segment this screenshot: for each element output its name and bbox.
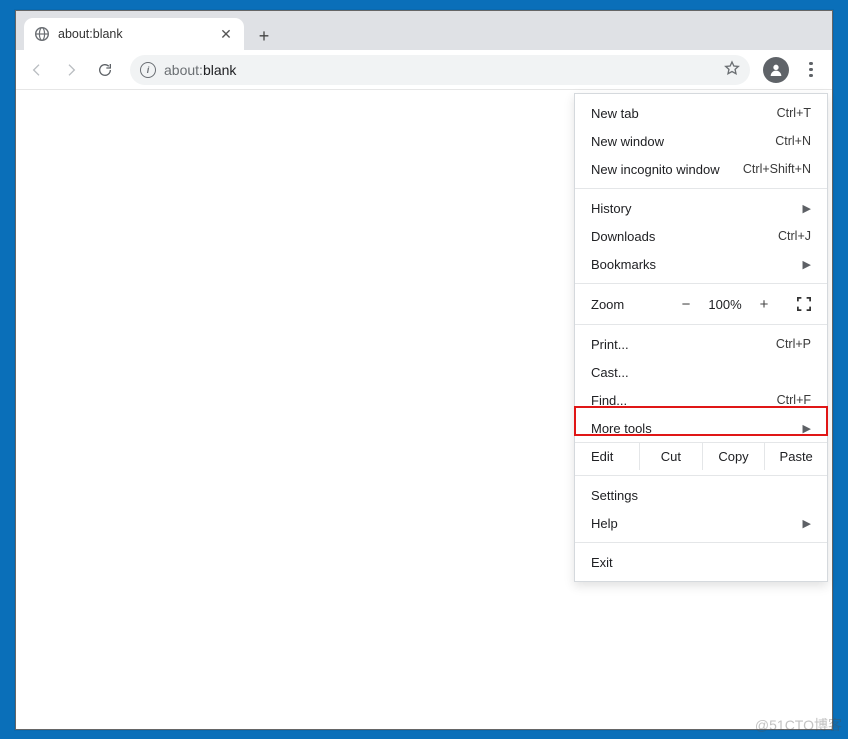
close-tab-button[interactable]: ✕ bbox=[218, 26, 234, 42]
browser-tab[interactable]: about:blank ✕ bbox=[24, 18, 244, 50]
forward-button[interactable] bbox=[56, 55, 86, 85]
bookmark-star-icon[interactable] bbox=[724, 60, 740, 79]
browser-window: about:blank ✕ + i about:blank New tabCtr… bbox=[15, 10, 833, 730]
menu-paste[interactable]: Paste bbox=[764, 443, 827, 470]
chevron-right-icon: ▶ bbox=[803, 517, 811, 530]
menu-find[interactable]: Find...Ctrl+F bbox=[575, 386, 827, 414]
edit-label: Edit bbox=[575, 443, 639, 470]
zoom-value: 100% bbox=[701, 297, 749, 312]
menu-edit-row: Edit Cut Copy Paste bbox=[575, 442, 827, 470]
menu-copy[interactable]: Copy bbox=[702, 443, 765, 470]
reload-button[interactable] bbox=[90, 55, 120, 85]
back-button[interactable] bbox=[22, 55, 52, 85]
menu-separator bbox=[575, 283, 827, 284]
chevron-right-icon: ▶ bbox=[803, 202, 811, 215]
menu-exit[interactable]: Exit bbox=[575, 548, 827, 576]
tab-strip: about:blank ✕ + bbox=[16, 11, 832, 50]
toolbar: i about:blank bbox=[16, 50, 832, 90]
menu-downloads[interactable]: DownloadsCtrl+J bbox=[575, 222, 827, 250]
menu-more-tools[interactable]: More tools▶ bbox=[575, 414, 827, 442]
menu-new-window[interactable]: New windowCtrl+N bbox=[575, 127, 827, 155]
zoom-label: Zoom bbox=[591, 297, 671, 312]
new-tab-button[interactable]: + bbox=[250, 22, 278, 50]
menu-new-tab[interactable]: New tabCtrl+T bbox=[575, 99, 827, 127]
address-text: about:blank bbox=[164, 62, 716, 78]
menu-new-incognito[interactable]: New incognito windowCtrl+Shift+N bbox=[575, 155, 827, 183]
menu-print[interactable]: Print...Ctrl+P bbox=[575, 330, 827, 358]
zoom-in-button[interactable]: + bbox=[749, 296, 779, 313]
menu-help[interactable]: Help▶ bbox=[575, 509, 827, 537]
fullscreen-button[interactable] bbox=[797, 297, 811, 311]
menu-zoom: Zoom − 100% + bbox=[575, 289, 827, 319]
globe-icon bbox=[34, 26, 50, 42]
chevron-right-icon: ▶ bbox=[803, 422, 811, 435]
profile-avatar[interactable] bbox=[763, 57, 789, 83]
chevron-right-icon: ▶ bbox=[803, 258, 811, 271]
menu-cut[interactable]: Cut bbox=[639, 443, 702, 470]
watermark: @51CTO博客 bbox=[755, 715, 842, 735]
menu-separator bbox=[575, 324, 827, 325]
address-bar[interactable]: i about:blank bbox=[130, 55, 750, 85]
menu-settings[interactable]: Settings bbox=[575, 481, 827, 509]
menu-separator bbox=[575, 475, 827, 476]
zoom-out-button[interactable]: − bbox=[671, 296, 701, 313]
menu-history[interactable]: History▶ bbox=[575, 194, 827, 222]
menu-separator bbox=[575, 188, 827, 189]
menu-bookmarks[interactable]: Bookmarks▶ bbox=[575, 250, 827, 278]
menu-separator bbox=[575, 542, 827, 543]
menu-button[interactable] bbox=[796, 55, 826, 85]
menu-cast[interactable]: Cast... bbox=[575, 358, 827, 386]
site-info-icon[interactable]: i bbox=[140, 62, 156, 78]
tab-title: about:blank bbox=[58, 27, 210, 41]
chrome-menu: New tabCtrl+T New windowCtrl+N New incog… bbox=[574, 93, 828, 582]
